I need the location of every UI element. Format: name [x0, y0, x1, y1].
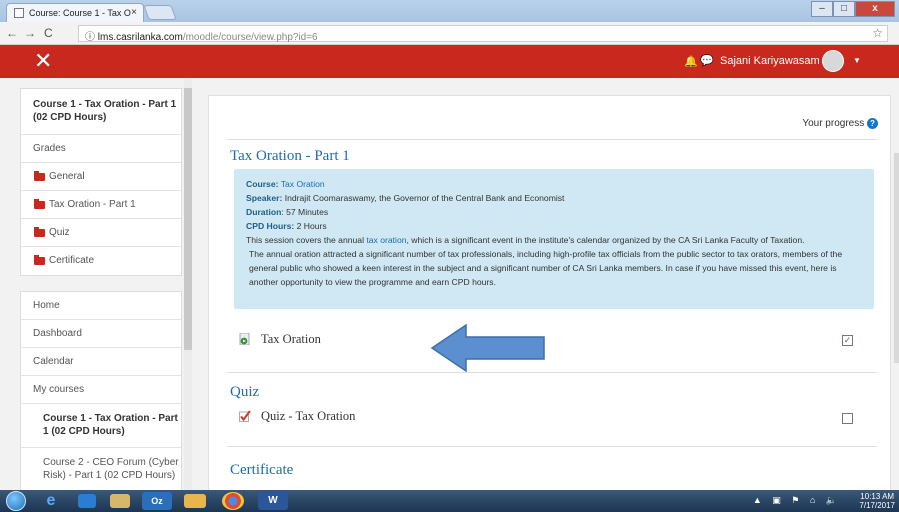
summary-text-1b: , which is a significant event in the in… [406, 235, 805, 245]
drawer-item-certificate[interactable]: Certificate [21, 247, 181, 275]
drawer-item-dashboard[interactable]: Dashboard [21, 320, 181, 348]
start-button[interactable] [6, 491, 26, 511]
user-menu-caret-icon[interactable]: ▼ [853, 56, 861, 65]
system-tray[interactable]: ▲ ▣ ⚑ ⌂ 🔈 [753, 495, 841, 506]
maximize-button[interactable]: □ [833, 1, 855, 17]
drawer-item-label: Grades [33, 143, 66, 154]
drawer-item-tax-oration[interactable]: Tax Oration - Part 1 [21, 191, 181, 219]
drawer-item-calendar[interactable]: Calendar [21, 348, 181, 376]
folder-icon [34, 171, 45, 181]
folder-icon [34, 227, 45, 237]
window-close-button[interactable]: x [855, 1, 895, 17]
section-summary: Course: Tax Oration Speaker: Indrajit Co… [234, 169, 874, 309]
media-player-icon[interactable] [78, 494, 96, 508]
address-bar[interactable]: ⓘ lms.casrilanka.com/moodle/course/view.… [78, 25, 888, 43]
window-controls: – □ x [811, 1, 895, 19]
site-navbar: ✕ 🔔 💬 Sajani Kariyawasam ▼ [0, 45, 899, 78]
drawer-item-grades[interactable]: Grades [21, 135, 181, 163]
divider [227, 446, 877, 447]
browser-titlebar: Course: Course 1 - Tax O × – □ x [0, 0, 899, 22]
course-link[interactable]: Tax Oration [281, 179, 325, 189]
tab-close-icon[interactable]: × [131, 7, 137, 18]
folder-icon [34, 255, 45, 265]
quiz-icon [239, 410, 251, 422]
speaker-value: Indrajit Coomaraswamy, the Governor of t… [284, 193, 565, 203]
section-title-tax-oration[interactable]: Tax Oration - Part 1 [230, 148, 350, 165]
tab-title: Course: Course 1 - Tax O [29, 8, 131, 18]
course-nav-group: Course 1 - Tax Oration - Part 1 (02 CPD … [20, 88, 182, 276]
activity-quiz[interactable]: Quiz - Tax Oration [239, 409, 355, 424]
course-label: Course: [246, 179, 279, 189]
section-title-certificate[interactable]: Certificate [230, 462, 293, 479]
bookmark-star-icon[interactable]: ☆ [872, 26, 883, 40]
close-drawer-icon[interactable]: ✕ [34, 48, 52, 74]
speaker-label: Speaker: [246, 193, 283, 203]
chrome-icon[interactable] [222, 492, 244, 510]
minimize-button[interactable]: – [811, 1, 833, 17]
clock-date: 7/17/2017 [859, 501, 895, 510]
cpd-label: CPD Hours: [246, 221, 295, 231]
drawer-item-course-2[interactable]: Course 2 - CEO Forum (Cyber Risk) - Part… [21, 448, 181, 490]
word-icon[interactable]: W [258, 492, 288, 510]
drawer-item-general[interactable]: General [21, 163, 181, 191]
activity-name: Quiz - Tax Oration [261, 409, 356, 423]
folder-icon [34, 199, 45, 209]
url-path: /moodle/course/view.php?id=6 [182, 32, 318, 43]
user-avatar[interactable] [822, 50, 844, 72]
cpd-value: 2 Hours [296, 221, 327, 231]
main-region: Your progress ? Tax Oration - Part 1 Cou… [196, 78, 899, 495]
page-favicon-icon [14, 8, 24, 18]
folder-app-icon[interactable] [184, 494, 206, 508]
notification-bell-icon[interactable]: 🔔 [684, 55, 698, 68]
drawer-course-title[interactable]: Course 1 - Tax Oration - Part 1 (02 CPD … [21, 89, 181, 135]
drawer-item-quiz[interactable]: Quiz [21, 219, 181, 247]
pointer-arrow-icon [430, 323, 545, 373]
drawer-item-my-courses[interactable]: My courses [21, 376, 181, 404]
file-explorer-icon[interactable] [110, 494, 130, 508]
new-tab-button[interactable] [143, 5, 177, 20]
tax-oration-link[interactable]: tax oration [366, 235, 406, 245]
duration-value: : 57 Minutes [281, 207, 329, 217]
activity-tax-oration[interactable]: Tax Oration [239, 332, 321, 347]
nav-drawer: Course 1 - Tax Oration - Part 1 (02 CPD … [0, 78, 196, 490]
clock[interactable]: 10:13 AM 7/17/2017 [859, 492, 895, 510]
forward-arrow-icon[interactable]: → [24, 26, 36, 40]
course-content: Your progress ? Tax Oration - Part 1 Cou… [208, 95, 891, 495]
your-progress-label: Your progress [802, 118, 865, 130]
os-taskbar: e Oz W ▲ ▣ ⚑ ⌂ 🔈 10:13 AM 7/17/2017 [0, 490, 899, 512]
completion-checkbox[interactable]: ✓ [842, 335, 853, 346]
internet-explorer-icon[interactable]: e [36, 492, 66, 510]
drawer-item-label: Tax Oration - Part 1 [49, 199, 136, 210]
outlook-icon[interactable]: Oz [142, 492, 172, 510]
drawer-scrollbar-thumb[interactable] [184, 88, 192, 350]
help-icon[interactable]: ? [867, 118, 878, 129]
summary-text-1a: This session covers the annual [246, 235, 367, 245]
completion-checkbox[interactable] [842, 413, 853, 424]
url-host: lms.casrilanka.com [97, 32, 183, 43]
page-scrollbar[interactable] [894, 153, 899, 363]
drawer-item-course-1[interactable]: Course 1 - Tax Oration - Part 1 (02 CPD … [21, 404, 181, 448]
site-nav-group: Home Dashboard Calendar My courses Cours… [20, 291, 182, 490]
duration-label: Duration [246, 207, 282, 217]
section-title-quiz[interactable]: Quiz [230, 384, 259, 401]
your-progress: Your progress ? [802, 118, 878, 129]
drawer-item-home[interactable]: Home [21, 292, 181, 320]
video-file-icon [239, 333, 250, 345]
summary-text-2: The annual oration attracted a significa… [249, 249, 843, 287]
divider [227, 372, 877, 373]
user-name[interactable]: Sajani Kariyawasam [720, 55, 820, 67]
browser-toolbar: ← → C ⓘ lms.casrilanka.com/moodle/course… [0, 22, 899, 45]
browser-tab[interactable]: Course: Course 1 - Tax O × [6, 3, 144, 22]
clock-time: 10:13 AM [860, 492, 895, 501]
activity-name: Tax Oration [261, 332, 321, 346]
back-arrow-icon[interactable]: ← [6, 26, 18, 40]
divider [227, 139, 877, 140]
site-info-icon[interactable]: ⓘ [85, 32, 95, 43]
messages-icon[interactable]: 💬 [700, 54, 714, 67]
reload-icon[interactable]: C [44, 26, 53, 40]
